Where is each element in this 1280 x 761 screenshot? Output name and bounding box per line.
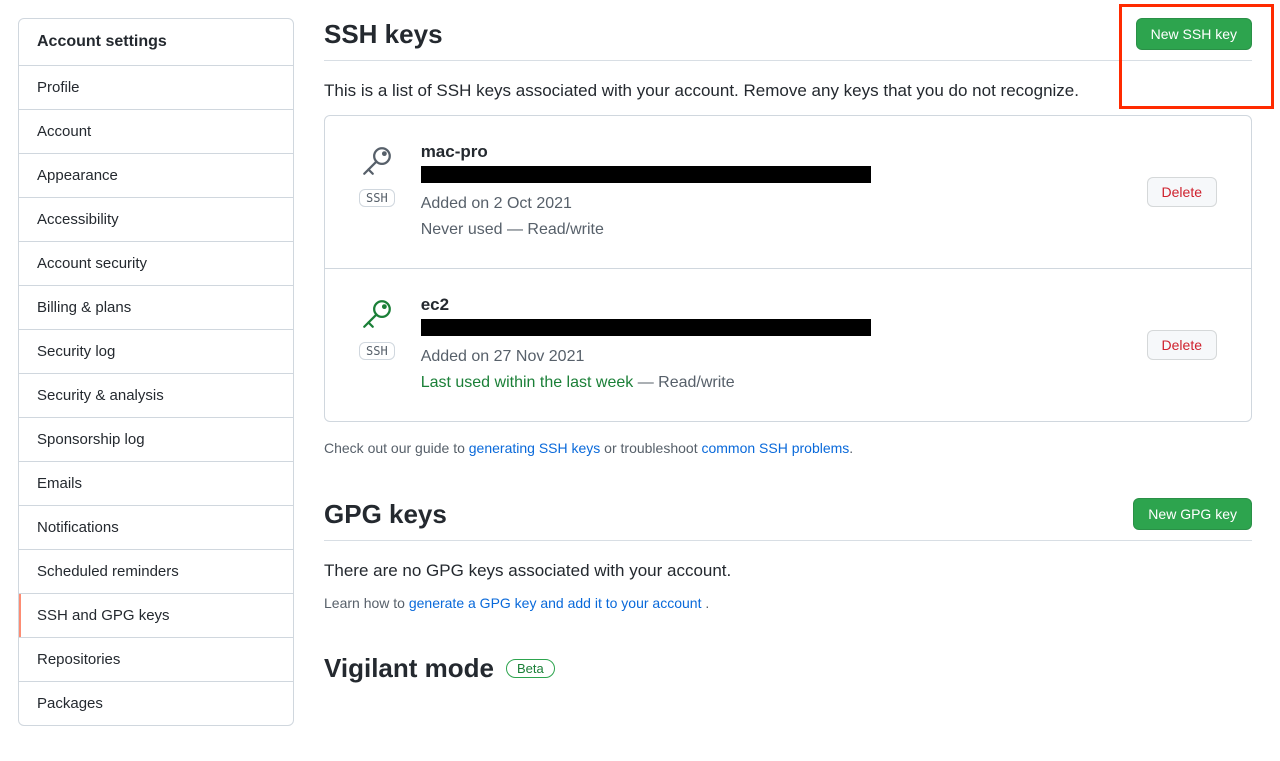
ssh-key-row: SSH ec2 Added on 27 Nov 2021 Last used with…: [325, 268, 1251, 421]
new-ssh-key-button[interactable]: New SSH key: [1136, 18, 1252, 50]
delete-ssh-key-button[interactable]: Delete: [1147, 330, 1217, 360]
ssh-key-added: Added on 2 Oct 2021: [421, 191, 1121, 217]
gpg-empty-text: There are no GPG keys associated with yo…: [324, 561, 1252, 581]
key-icon: [360, 297, 394, 334]
text: or troubleshoot: [600, 440, 701, 456]
vigilant-section-header: Vigilant mode Beta: [324, 653, 1252, 684]
sidebar-item-notifications[interactable]: Notifications: [19, 506, 293, 550]
sidebar-item-accessibility[interactable]: Accessibility: [19, 198, 293, 242]
ssh-key-fingerprint-redacted: [421, 319, 871, 336]
ssh-footnote: Check out our guide to generating SSH ke…: [324, 440, 1252, 456]
ssh-badge: SSH: [359, 342, 395, 360]
new-gpg-key-button[interactable]: New GPG key: [1133, 498, 1252, 530]
ssh-key-icon-col: SSH: [359, 142, 395, 207]
ssh-key-name: ec2: [421, 295, 1121, 315]
sidebar-item-emails[interactable]: Emails: [19, 462, 293, 506]
sidebar-item-appearance[interactable]: Appearance: [19, 154, 293, 198]
settings-sidebar: Account settings ProfileAccountAppearanc…: [18, 18, 294, 726]
ssh-key-row: SSH mac-pro Added on 2 Oct 2021 Never used …: [325, 116, 1251, 268]
sidebar-item-repositories[interactable]: Repositories: [19, 638, 293, 682]
ssh-description: This is a list of SSH keys associated wi…: [324, 81, 1252, 101]
ssh-key-meta: Added on 2 Oct 2021 Never used — Read/wri…: [421, 191, 1121, 242]
sidebar-item-profile[interactable]: Profile: [19, 66, 293, 110]
ssh-key-fingerprint-redacted: [421, 166, 871, 183]
gpg-learn-text: Learn how to generate a GPG key and add …: [324, 595, 1252, 611]
sidebar-item-ssh-and-gpg-keys[interactable]: SSH and GPG keys: [19, 594, 293, 638]
gpg-section-header: GPG keys New GPG key: [324, 498, 1252, 541]
main-content: SSH keys New SSH key This is a list of S…: [324, 18, 1262, 726]
text: Learn how to: [324, 595, 409, 611]
sidebar-item-account-security[interactable]: Account security: [19, 242, 293, 286]
ssh-key-body: mac-pro Added on 2 Oct 2021 Never used — R…: [421, 142, 1121, 242]
sidebar-header: Account settings: [19, 19, 293, 66]
ssh-section-header: SSH keys New SSH key: [324, 18, 1252, 61]
vigilant-title: Vigilant mode: [324, 653, 494, 684]
sidebar-item-security-analysis[interactable]: Security & analysis: [19, 374, 293, 418]
ssh-key-added: Added on 27 Nov 2021: [421, 344, 1121, 370]
ssh-key-list: SSH mac-pro Added on 2 Oct 2021 Never used …: [324, 115, 1252, 422]
gpg-title: GPG keys: [324, 499, 447, 530]
ssh-key-usage: Never used — Read/write: [421, 221, 604, 238]
ssh-badge: SSH: [359, 189, 395, 207]
ssh-key-body: ec2 Added on 27 Nov 2021 Last used within …: [421, 295, 1121, 395]
key-icon: [360, 144, 394, 181]
ssh-key-name: mac-pro: [421, 142, 1121, 162]
ssh-key-icon-col: SSH: [359, 295, 395, 360]
sidebar-item-billing-plans[interactable]: Billing & plans: [19, 286, 293, 330]
delete-ssh-key-button[interactable]: Delete: [1147, 177, 1217, 207]
beta-badge: Beta: [506, 659, 555, 678]
text: .: [705, 595, 709, 611]
sidebar-item-packages[interactable]: Packages: [19, 682, 293, 725]
generate-gpg-key-link[interactable]: generate a GPG key and add it to your ac…: [409, 595, 706, 611]
common-ssh-problems-link[interactable]: common SSH problems: [701, 440, 849, 456]
ssh-title: SSH keys: [324, 19, 443, 50]
sidebar-item-sponsorship-log[interactable]: Sponsorship log: [19, 418, 293, 462]
text: Check out our guide to: [324, 440, 469, 456]
ssh-key-usage-recent: Last used within the last week: [421, 374, 634, 391]
sidebar-item-scheduled-reminders[interactable]: Scheduled reminders: [19, 550, 293, 594]
ssh-key-meta: Added on 27 Nov 2021 Last used within the…: [421, 344, 1121, 395]
sidebar-item-account[interactable]: Account: [19, 110, 293, 154]
generating-ssh-keys-link[interactable]: generating SSH keys: [469, 440, 601, 456]
ssh-key-action: Delete: [1147, 330, 1217, 360]
ssh-key-usage-suffix: — Read/write: [633, 374, 734, 391]
sidebar-item-security-log[interactable]: Security log: [19, 330, 293, 374]
text: .: [849, 440, 853, 456]
sidebar-menu: Account settings ProfileAccountAppearanc…: [18, 18, 294, 726]
ssh-key-action: Delete: [1147, 177, 1217, 207]
